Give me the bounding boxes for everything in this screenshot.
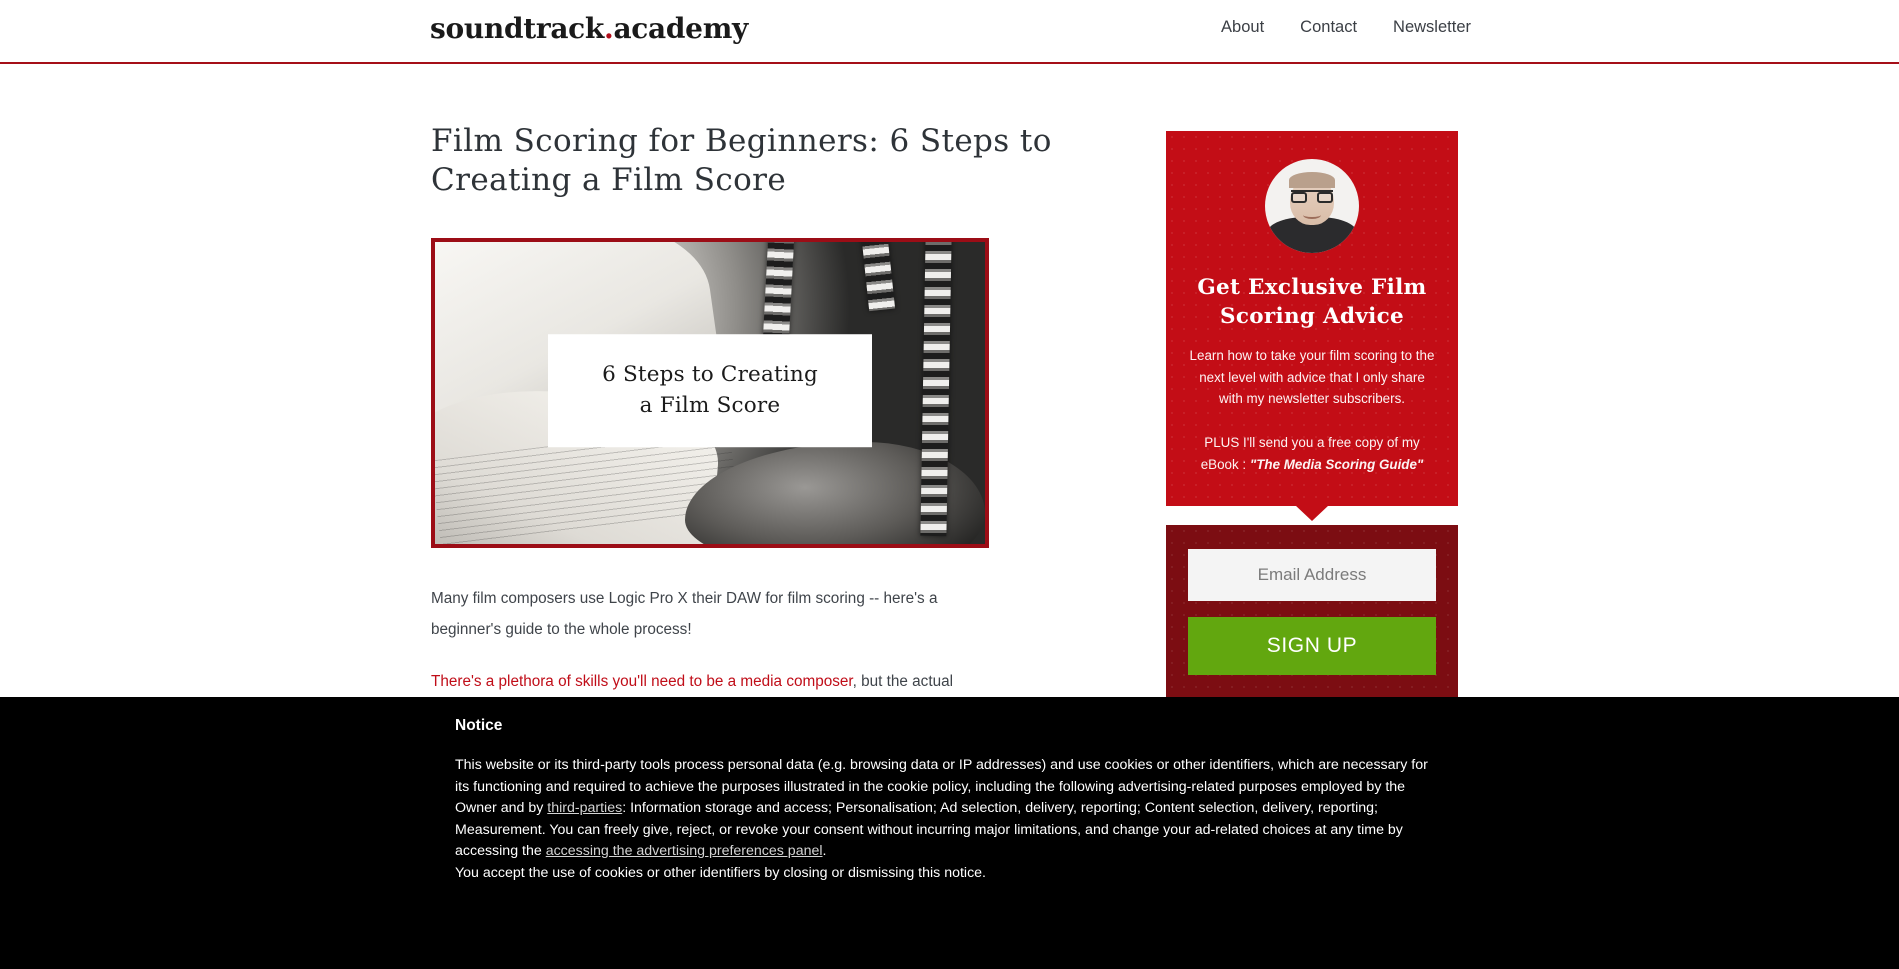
- cookie-notice-title: Notice: [455, 717, 503, 734]
- glasses-icon: [1291, 190, 1333, 203]
- cookie-notice-content: Notice This website or its third-party t…: [455, 717, 1440, 884]
- page-title: Film Scoring for Beginners: 6 Steps to C…: [431, 123, 1052, 199]
- nav-item-about[interactable]: About: [1221, 18, 1264, 37]
- cookie-notice-banner: Notice This website or its third-party t…: [0, 697, 1899, 969]
- article-inline-link[interactable]: There's a plethora of skills you'll need…: [431, 673, 853, 690]
- email-field[interactable]: [1188, 548, 1436, 601]
- optin-panel: Get Exclusive Film Scoring Advice Learn …: [1166, 131, 1458, 506]
- film-reel-icon: [920, 242, 952, 537]
- caption-line-1: 6 Steps to Creating: [602, 362, 818, 388]
- ebook-title: "The Media Scoring Guide": [1249, 456, 1424, 472]
- cookie-notice-text: This website or its third-party tools pr…: [455, 755, 1440, 884]
- avatar: [1265, 159, 1359, 253]
- nav-item-newsletter[interactable]: Newsletter: [1393, 18, 1471, 37]
- cookie-text-part-3: .: [822, 843, 827, 860]
- avatar-hair: [1289, 172, 1335, 188]
- nav-item-contact[interactable]: Contact: [1300, 18, 1357, 37]
- avatar-smile: [1303, 211, 1321, 219]
- third-parties-link[interactable]: third-parties: [547, 800, 622, 816]
- caption-line-2: a Film Score: [639, 392, 781, 418]
- article-paragraph-1: Many film composers use Logic Pro X thei…: [431, 590, 938, 638]
- featured-image-caption: 6 Steps to Creating a Film Score: [548, 334, 872, 448]
- article-column: Film Scoring for Beginners: 6 Steps to C…: [431, 122, 1131, 728]
- cookie-text-last-line: You accept the use of cookies or other i…: [455, 864, 986, 881]
- main-navigation: About Contact Newsletter: [499, 18, 1899, 37]
- optin-heading: Get Exclusive Film Scoring Advice: [1197, 275, 1427, 330]
- optin-subtext-2: PLUS I'll send you a free copy of my eBo…: [1188, 432, 1436, 475]
- signup-form: SIGN UP: [1166, 524, 1458, 699]
- signup-button[interactable]: SIGN UP: [1188, 616, 1436, 675]
- sidebar: Get Exclusive Film Scoring Advice Learn …: [1166, 131, 1458, 699]
- advertising-preferences-link[interactable]: accessing the advertising preferences pa…: [546, 843, 823, 859]
- site-header: soundtrack.academy About Contact Newslet…: [0, 0, 1899, 64]
- optin-subtext-1: Learn how to take your film scoring to t…: [1189, 348, 1435, 407]
- featured-image: 6 Steps to Creating a Film Score: [431, 238, 989, 549]
